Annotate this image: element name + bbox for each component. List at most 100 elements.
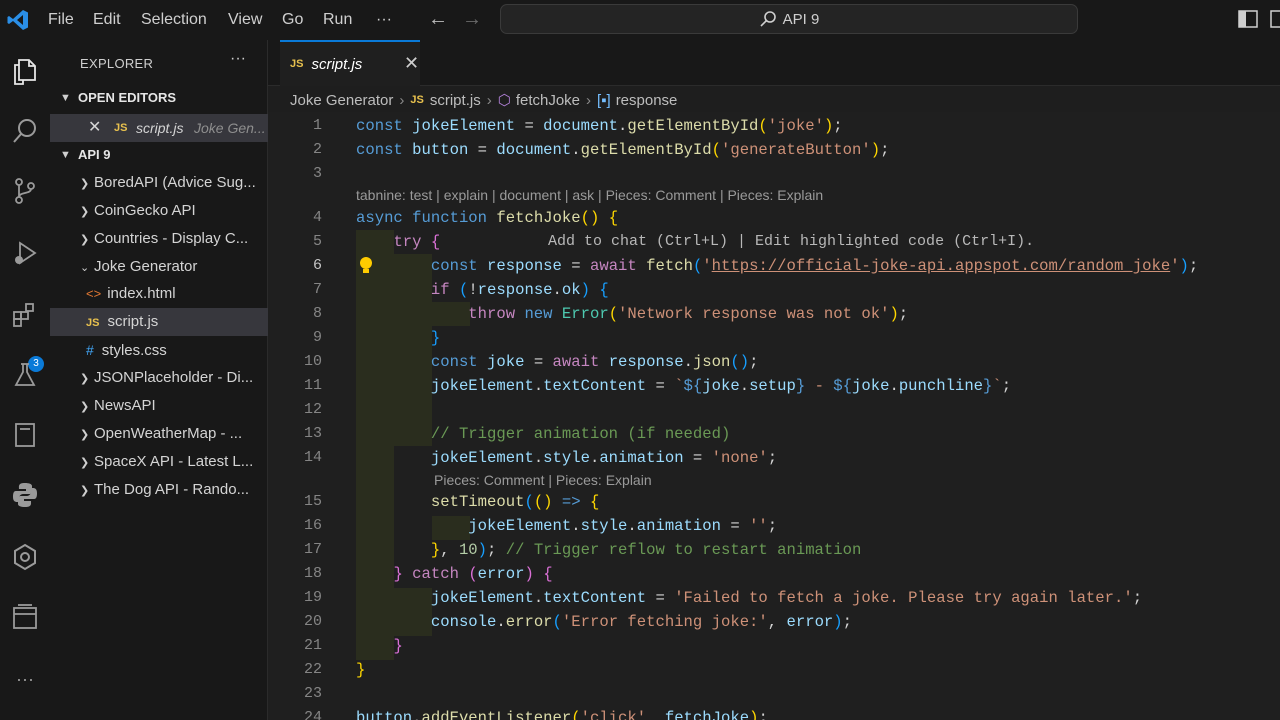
open-editor-item[interactable]: ✕ JS script.js Joke Gen... [50,114,268,142]
tree-folder-spacex[interactable]: ❯ SpaceX API - Latest L... [50,448,268,476]
breadcrumb-folder[interactable]: Joke Generator [290,92,393,109]
inline-chat-hint[interactable]: Add to chat (Ctrl+L) | Edit highlighted … [548,230,1034,254]
remote-explorer-icon[interactable] [8,540,42,574]
line-number: 3 [312,165,322,182]
identifier: button [412,141,469,159]
open-editor-folder: Joke Gen... [194,120,266,136]
code-line-17: }, 10); // Trigger reflow to restart ani… [430,541,862,559]
workspace-section[interactable]: ▼ API 9 [60,147,111,162]
tree-folder-openweathermap[interactable]: ❯ OpenWeatherMap - ... [50,420,268,448]
html-file-icon: <> [86,286,102,301]
code-line-7: if (!response.ok) { [430,281,609,299]
command-center-search[interactable]: API 9 [500,4,1078,34]
menu-selection[interactable]: Selection [141,0,207,40]
breadcrumb-function[interactable]: fetchJoke [516,92,580,109]
tree-label: BoredAPI (Advice Sug... [94,174,256,191]
close-icon[interactable]: ✕ [404,53,419,74]
open-editor-filename: script.js [136,120,184,136]
breadcrumb-variable[interactable]: response [616,92,678,109]
breadcrumb-file[interactable]: script.js [430,92,481,109]
code-lens-pieces[interactable]: Pieces: Comment | Pieces: Explain [434,469,652,491]
menu-view[interactable]: View [228,0,262,40]
tree-folder-newsapi[interactable]: ❯ NewsAPI [50,392,268,420]
menu-file[interactable]: File [48,0,74,40]
explorer-title: EXPLORER [80,56,154,71]
notebook-icon[interactable] [8,418,42,452]
code-line-9: } [430,329,441,347]
code-line-4: async function fetchJoke() { [356,209,619,227]
run-debug-icon[interactable] [8,236,42,270]
python-icon[interactable] [8,478,42,512]
more-views-icon[interactable]: ··· [8,662,42,696]
line-number: 15 [303,493,322,510]
tree-file-script-js[interactable]: JS script.js [50,308,268,336]
chevron-down-icon: ▼ [60,91,71,104]
line-number: 12 [303,401,322,418]
comment: // Trigger animation (if needed) [430,425,731,443]
chevron-right-icon: ❯ [80,485,90,497]
tree-folder-jsonplaceholder[interactable]: ❯ JSONPlaceholder - Di... [50,364,268,392]
open-editors-section[interactable]: ▼ OPEN EDITORS [60,90,176,105]
code-line-22: } [356,661,366,679]
menu-edit[interactable]: Edit [93,0,121,40]
extensions-icon[interactable] [8,298,42,332]
chevron-right-icon: ❯ [80,429,90,441]
chevron-right-icon: › [586,91,592,109]
identifier: fetchJoke [496,209,581,227]
tree-label: script.js [107,313,159,330]
chevron-down-icon: ▼ [60,148,71,161]
code-line-5: try { [393,233,441,251]
line-number: 8 [312,305,322,322]
line-number: 11 [303,377,322,394]
tab-script-js[interactable]: JS script.js ✕ [280,40,420,86]
explorer-icon[interactable] [8,54,42,88]
menu-more[interactable]: ··· [376,0,392,40]
line-number: 19 [303,589,322,606]
close-icon[interactable]: ✕ [88,114,101,142]
toggle-panel-icon[interactable] [1270,10,1280,28]
chevron-right-icon: ❯ [80,373,90,385]
line-number: 14 [303,449,322,466]
line-number: 22 [303,661,322,678]
tree-file-index-html[interactable]: <> index.html [50,280,268,308]
string-literal: 'generateButton' [721,141,871,159]
open-editors-heading: OPEN EDITORS [78,90,177,105]
tree-label: NewsAPI [94,397,156,414]
line-number: 18 [303,565,322,582]
workspace-heading: API 9 [78,147,111,162]
menu-go[interactable]: Go [282,0,303,40]
pieces-icon[interactable] [8,600,42,634]
testing-icon[interactable] [8,358,42,392]
string-literal: '' [749,517,768,535]
tree-folder-countries[interactable]: ❯ Countries - Display C... [50,225,268,253]
back-arrow-icon[interactable]: ← [428,8,448,31]
code-lens-tabnine[interactable]: tabnine: test | explain | document | ask… [356,184,823,206]
tree-label: OpenWeatherMap - ... [94,425,243,442]
tab-label: script.js [311,55,363,73]
search-icon[interactable] [8,114,42,148]
tree-folder-dogapi[interactable]: ❯ The Dog API - Rando... [50,476,268,504]
explorer-sidebar: EXPLORER ··· ▼ OPEN EDITORS ✕ JS script.… [50,40,268,720]
breadcrumb: Joke Generator › JS script.js › ⬡ fetchJ… [290,88,677,112]
tree-folder-joke-generator[interactable]: ⌄ Joke Generator [50,253,268,281]
tree-label: Countries - Display C... [94,230,249,247]
tree-file-styles-css[interactable]: # styles.css [50,336,268,364]
code-editor[interactable]: 1 2 3 4 5 6 7 8 9 10 11 12 13 14 15 16 1… [268,112,1280,720]
tree-folder-boredapi[interactable]: ❯ BoredAPI (Advice Sug... [50,169,268,197]
forward-arrow-icon[interactable]: → [462,8,482,31]
source-control-icon[interactable] [8,174,42,208]
toggle-sidebar-icon[interactable] [1238,10,1258,28]
chevron-right-icon: ❯ [80,234,90,246]
explorer-more-button[interactable]: ··· [230,50,246,68]
function-symbol-icon: ⬡ [497,92,511,109]
line-number: 17 [303,541,322,558]
code-line-14: jokeElement.style.animation = 'none'; [430,449,778,467]
tree-folder-coingecko[interactable]: ❯ CoinGecko API [50,197,268,225]
url-link[interactable]: https://official-joke-api.appspot.com/ra… [712,257,1171,275]
line-number: 4 [312,209,322,226]
menu-run[interactable]: Run [323,0,352,40]
chevron-right-icon: ❯ [80,178,90,190]
chevron-right-icon: › [486,91,492,109]
code-line-8: throw new Error('Network response was no… [468,305,909,323]
js-file-icon: JS [290,58,304,70]
